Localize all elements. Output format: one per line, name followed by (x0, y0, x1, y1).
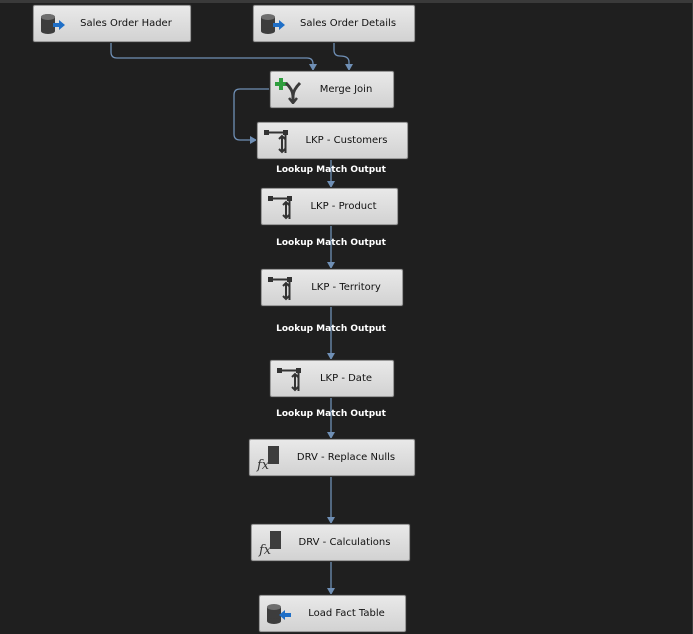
source-icon (38, 10, 66, 38)
node-label: LKP - Product (310, 201, 377, 212)
node-sales-order-header[interactable]: Sales Order Hader (33, 5, 191, 42)
node-label: Sales Order Details (299, 18, 397, 29)
lookup-icon (275, 365, 303, 393)
edge-label-territory-output: Lookup Match Output (276, 324, 386, 334)
derived-column-icon: fx (254, 444, 282, 473)
node-load-fact-table[interactable]: Load Fact Table (259, 595, 406, 632)
lookup-icon (266, 193, 294, 221)
node-label: LKP - Customers (305, 135, 388, 146)
source-icon (258, 10, 286, 38)
node-lkp-territory[interactable]: LKP - Territory (261, 269, 403, 306)
node-drv-replace-nulls[interactable]: fx DRV - Replace Nulls (249, 439, 415, 476)
node-sales-order-details[interactable]: Sales Order Details (253, 5, 415, 42)
lookup-icon (262, 127, 290, 155)
node-label: Merge Join (319, 84, 373, 95)
edge-label-product-output: Lookup Match Output (276, 238, 386, 248)
connector-header-to-merge[interactable] (110, 41, 317, 71)
svg-text:fx: fx (256, 458, 270, 472)
node-lkp-date[interactable]: LKP - Date (270, 360, 394, 397)
node-label: Sales Order Hader (80, 18, 172, 29)
connector-details-to-merge[interactable] (333, 41, 353, 71)
edge-label-customers-output: Lookup Match Output (276, 165, 386, 175)
derived-column-icon: fx (256, 529, 284, 558)
destination-icon (264, 600, 292, 628)
node-label: Load Fact Table (308, 608, 385, 619)
node-label: LKP - Date (319, 373, 373, 384)
node-label: DRV - Calculations (298, 537, 391, 548)
svg-text:fx: fx (258, 543, 272, 557)
merge-join-icon (275, 76, 303, 106)
lookup-icon (266, 274, 294, 302)
node-lkp-customers[interactable]: LKP - Customers (257, 122, 408, 159)
node-label: DRV - Replace Nulls (296, 452, 396, 463)
edge-label-date-output: Lookup Match Output (276, 409, 386, 419)
node-drv-calculations[interactable]: fx DRV - Calculations (251, 524, 410, 561)
node-label: LKP - Territory (311, 282, 381, 293)
node-merge-join[interactable]: Merge Join (270, 71, 394, 108)
node-lkp-product[interactable]: LKP - Product (261, 188, 398, 225)
